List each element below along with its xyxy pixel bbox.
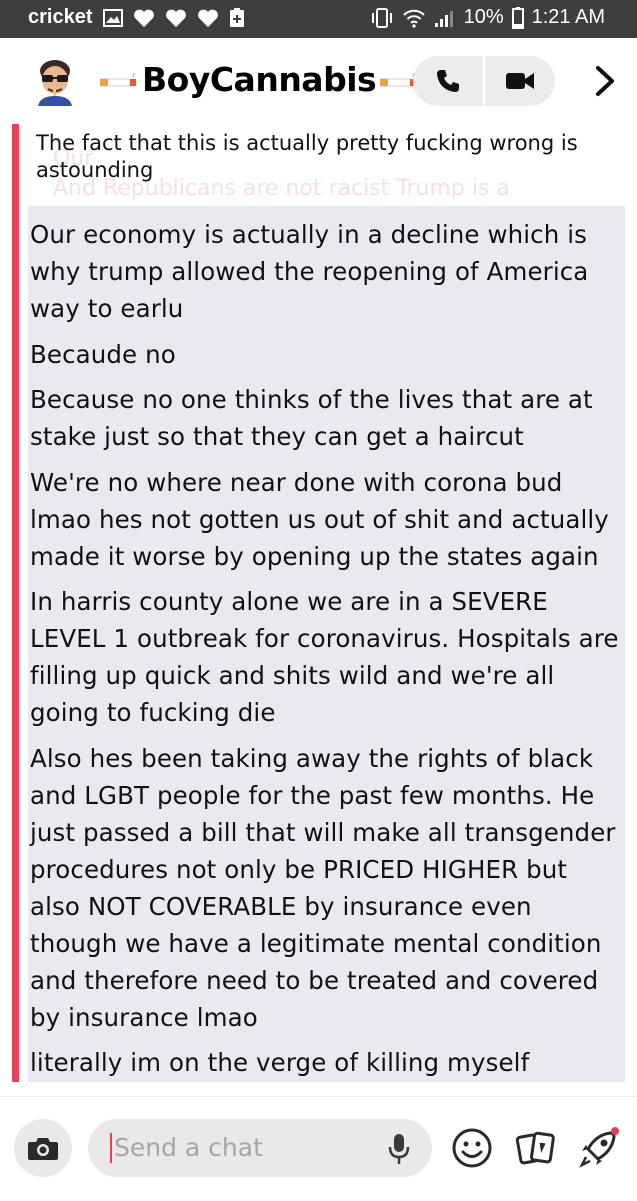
heart-icon bbox=[133, 9, 154, 27]
chat-composer: Send a chat bbox=[0, 1096, 637, 1201]
chat-message[interactable]: In harris county alone we are in a SEVER… bbox=[30, 583, 622, 731]
clipboard-plus-icon bbox=[229, 7, 244, 27]
signal-icon bbox=[434, 10, 453, 27]
chat-message[interactable]: We're no where near done with corona bud… bbox=[30, 464, 622, 575]
quoted-reply-text: The fact that this is actually pretty fu… bbox=[36, 131, 578, 182]
video-call-button[interactable] bbox=[485, 56, 555, 106]
chat-header: BoyCannabis bbox=[0, 38, 637, 124]
phone-icon bbox=[437, 70, 459, 92]
microphone-icon[interactable] bbox=[386, 1132, 412, 1166]
call-controls bbox=[413, 56, 555, 106]
vibrate-icon bbox=[371, 7, 392, 28]
clock: 1:21 AM bbox=[531, 6, 605, 28]
camera-button[interactable] bbox=[14, 1119, 72, 1177]
chat-thread[interactable]: Our And Republicans are not racist Trump… bbox=[0, 124, 637, 1084]
heart-icon bbox=[165, 9, 186, 27]
chat-message[interactable]: Also hes been taking away the rights of … bbox=[30, 740, 622, 1036]
smiley-icon[interactable] bbox=[451, 1127, 493, 1169]
battery-icon bbox=[511, 6, 524, 29]
rocket-games-icon[interactable] bbox=[578, 1127, 620, 1169]
status-bar: cricket 10% 1:21 AM bbox=[0, 0, 637, 38]
chat-message[interactable]: literally im on the verge of killing mys… bbox=[30, 1044, 622, 1081]
quoted-message[interactable]: Our And Republicans are not racist Trump… bbox=[28, 124, 624, 206]
image-notification-icon bbox=[102, 8, 123, 27]
heart-icon bbox=[197, 9, 218, 27]
carrier-label: cricket bbox=[28, 6, 93, 28]
chat-message[interactable]: Because no one thinks of the lives that … bbox=[30, 381, 622, 455]
contact-title[interactable]: BoyCannabis bbox=[100, 60, 418, 99]
video-camera-icon bbox=[506, 73, 534, 89]
status-right: 10% 1:21 AM bbox=[370, 6, 605, 29]
chat-input[interactable]: Send a chat bbox=[88, 1119, 432, 1177]
chevron-right-icon[interactable] bbox=[590, 62, 620, 100]
saved-messages-block: Our economy is actually in a decline whi… bbox=[28, 206, 625, 1082]
chat-message[interactable]: Becaude no bbox=[30, 336, 622, 373]
status-left: cricket bbox=[28, 6, 245, 29]
voice-call-button[interactable] bbox=[413, 56, 483, 106]
battery-percent: 10% bbox=[463, 6, 504, 28]
wifi-icon bbox=[402, 9, 425, 28]
sender-color-bar bbox=[12, 124, 19, 1082]
cigarette-icon bbox=[100, 72, 136, 86]
bitmoji-avatar[interactable] bbox=[30, 56, 80, 106]
text-cursor bbox=[110, 1133, 112, 1163]
stickers-cards-icon[interactable] bbox=[515, 1127, 557, 1169]
chat-input-placeholder: Send a chat bbox=[114, 1133, 263, 1162]
chat-message[interactable]: Our economy is actually in a decline whi… bbox=[30, 216, 622, 327]
camera-icon bbox=[28, 1138, 58, 1160]
contact-name[interactable]: BoyCannabis bbox=[142, 60, 377, 99]
